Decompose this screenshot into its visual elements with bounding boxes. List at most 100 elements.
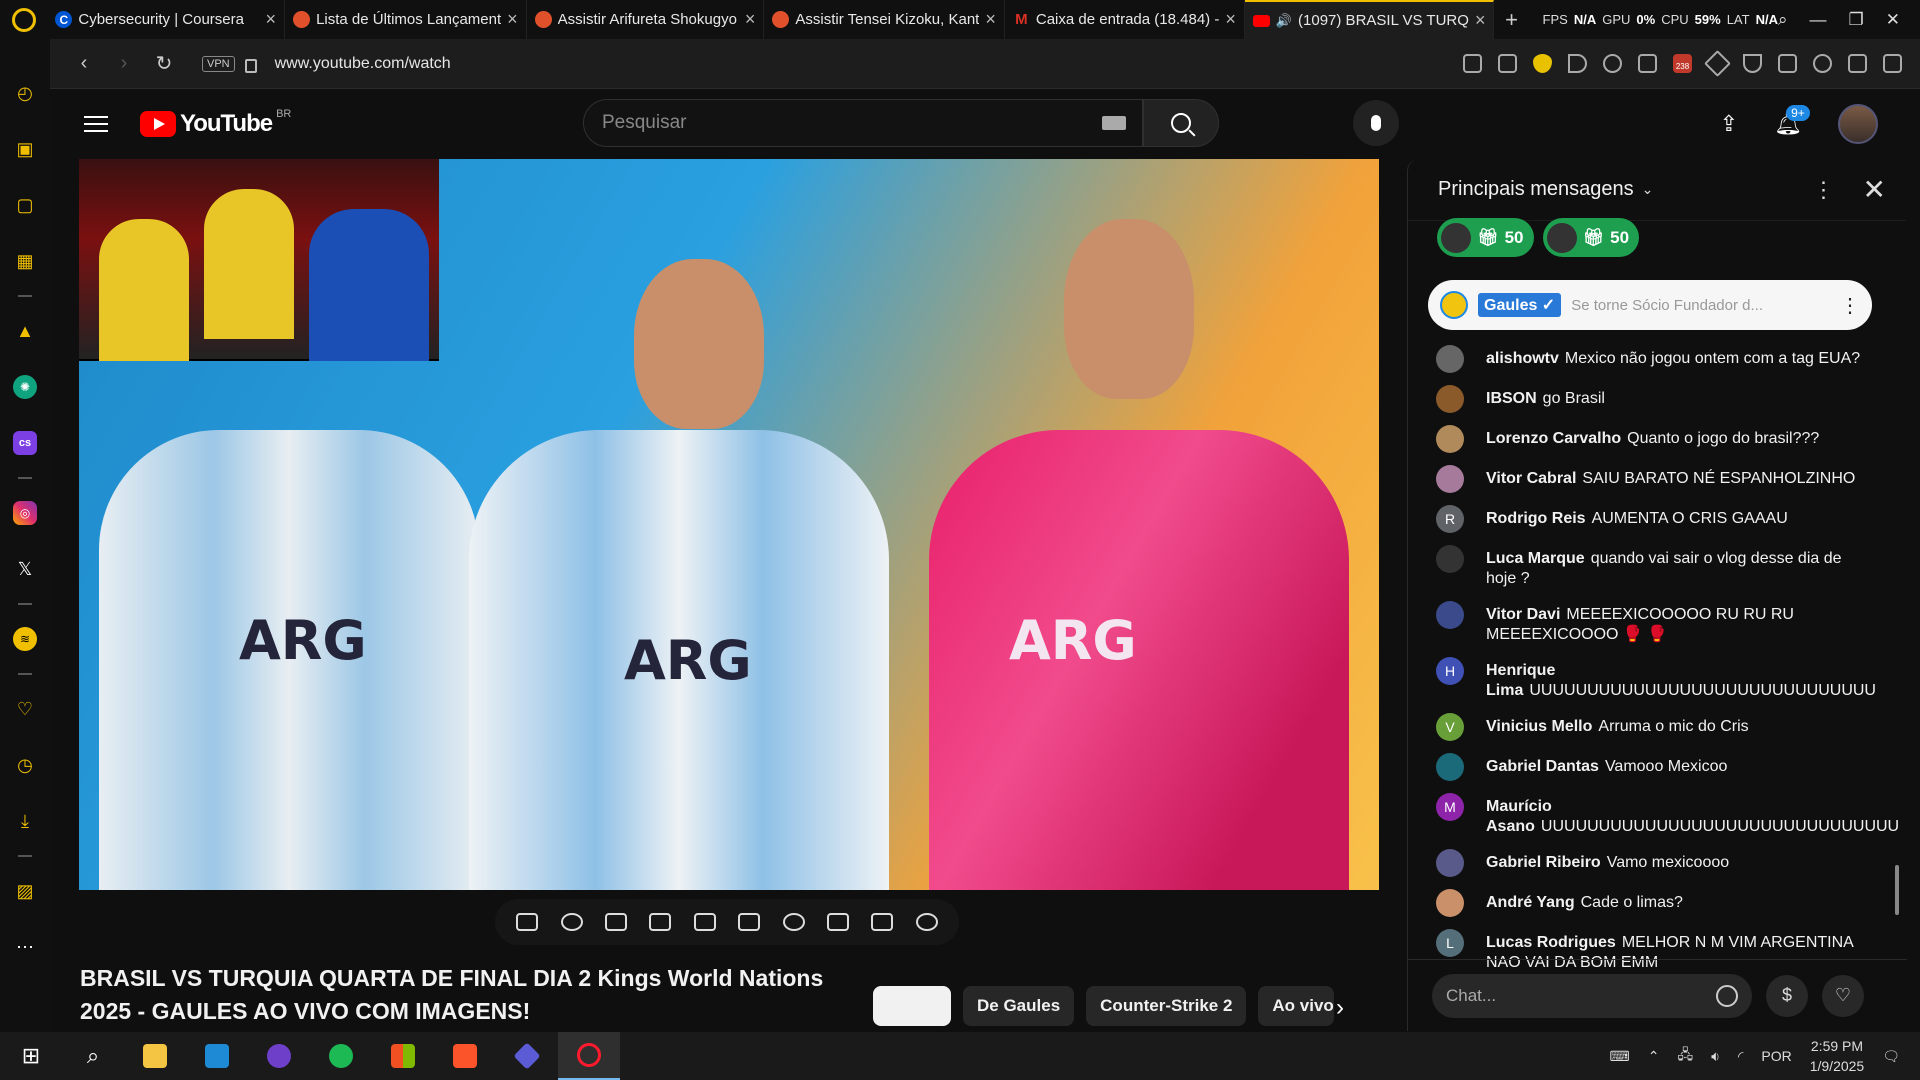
speaker-icon[interactable]: 🔊: [1276, 13, 1292, 29]
chip-icon[interactable]: ▦: [13, 249, 37, 273]
close-tab-icon[interactable]: ×: [985, 9, 996, 30]
media-app-icon[interactable]: [496, 1032, 558, 1080]
pinned-message[interactable]: Gaules ✓ Se torne Sócio Fundador d... ⋮: [1428, 280, 1872, 330]
gift-membership-chip[interactable]: 🎁︎ 50: [1437, 218, 1534, 257]
network-icon[interactable]: 🖧︎: [1678, 1044, 1694, 1068]
microsoft-store-icon[interactable]: [372, 1032, 434, 1080]
chevron-up-icon[interactable]: ⌃: [1648, 1048, 1660, 1065]
filter-icon[interactable]: [1743, 54, 1762, 73]
x-twitter-icon[interactable]: 𝕏: [13, 557, 37, 581]
camera-icon[interactable]: [1498, 54, 1517, 73]
screenshot-camera-icon[interactable]: [871, 913, 894, 931]
spotify-icon[interactable]: [310, 1032, 372, 1080]
chat-message[interactable]: Vitor Cabral SAIU BARATO NÉ ESPANHOLZINHO: [1436, 459, 1876, 499]
avatar[interactable]: [1436, 849, 1464, 877]
avatar[interactable]: [1436, 601, 1464, 629]
search-tabs-icon[interactable]: ⌕: [1778, 10, 1788, 30]
back-icon[interactable]: ‹: [64, 52, 104, 75]
briefcase-icon[interactable]: ▣: [13, 137, 37, 161]
avatar[interactable]: L: [1436, 929, 1464, 957]
chatsonic-icon[interactable]: cs: [13, 431, 37, 455]
speed-dial-icon[interactable]: ◴: [13, 81, 37, 105]
chat-message[interactable]: Lorenzo Carvalho Quanto o jogo do brasil?…: [1436, 419, 1876, 459]
youtube-logo[interactable]: YouTube BR: [140, 108, 291, 138]
video-player[interactable]: ARG ARG ARG: [79, 159, 1379, 890]
more-icon[interactable]: ⋯: [13, 935, 37, 959]
emoji-icon[interactable]: [1716, 984, 1738, 1007]
minimize-icon[interactable]: —: [1810, 10, 1827, 30]
chip-counter-strike[interactable]: Counter-Strike 2: [1086, 986, 1247, 1026]
chat-author[interactable]: André Yang: [1486, 894, 1575, 911]
spotify-icon[interactable]: ≋: [13, 627, 37, 651]
wifi-icon[interactable]: ◜: [1738, 1048, 1743, 1065]
easy-setup-icon[interactable]: [1883, 54, 1902, 73]
avatar[interactable]: [1436, 345, 1464, 373]
heart-icon[interactable]: ♡: [13, 697, 37, 721]
keyboard-tray-icon[interactable]: ⌨: [1610, 1048, 1630, 1065]
chatgpt-icon[interactable]: ✺: [13, 375, 37, 399]
chat-scrollbar[interactable]: [1895, 265, 1899, 955]
cinema-icon[interactable]: [649, 913, 672, 931]
cube-icon[interactable]: [1778, 54, 1797, 73]
downloads-icon[interactable]: ⤓: [13, 809, 37, 833]
send-icon[interactable]: [1568, 54, 1587, 73]
aria-icon[interactable]: ▲: [13, 319, 37, 343]
chevron-down-icon[interactable]: ⌄: [1642, 181, 1654, 198]
loop-icon[interactable]: [516, 913, 539, 931]
reload-icon[interactable]: ↻: [144, 51, 184, 76]
gift-membership-chip[interactable]: 🎁︎ 50: [1542, 218, 1640, 257]
avatar[interactable]: [1436, 465, 1464, 493]
chat-author[interactable]: alishowtv: [1486, 350, 1559, 367]
chat-author[interactable]: Vitor Davi: [1486, 606, 1560, 623]
menu-icon[interactable]: [84, 111, 108, 137]
chat-author[interactable]: Lorenzo Carvalho: [1486, 430, 1621, 447]
aspect-ratio-icon[interactable]: [693, 913, 716, 931]
vpn-badge[interactable]: VPN: [202, 55, 235, 72]
tab-tensei-kizoku[interactable]: Assistir Tensei Kizoku, Kant ×: [764, 0, 1005, 39]
close-tab-icon[interactable]: ×: [507, 9, 518, 30]
tab-arifureta[interactable]: Assistir Arifureta Shokugyo ×: [527, 0, 765, 39]
avatar[interactable]: M: [1436, 793, 1464, 821]
avatar[interactable]: [1436, 385, 1464, 413]
chat-message[interactable]: H Henrique Lima UUUUUUUUUUUUUUUUUUUUUUUUUU…: [1436, 651, 1876, 707]
chat-message[interactable]: R Rodrigo Reis AUMENTA O CRIS GAAAU: [1436, 499, 1876, 539]
chat-message[interactable]: M Maurício Asano UUUUUUUUUUUUUUUUUUUUUUUUU…: [1436, 787, 1899, 843]
chat-author[interactable]: Luca Marque: [1486, 550, 1585, 567]
chat-author[interactable]: Vitor Cabral: [1486, 470, 1576, 487]
language-indicator[interactable]: POR: [1761, 1048, 1791, 1064]
close-tab-icon[interactable]: ×: [1475, 10, 1486, 31]
history-icon[interactable]: ◷: [13, 753, 37, 777]
close-tab-icon[interactable]: ×: [266, 9, 277, 30]
gallery-icon[interactable]: ▨: [13, 879, 37, 903]
opera-taskbar-icon[interactable]: [558, 1032, 620, 1080]
chat-message[interactable]: Luca Marque quando vai sair o vlog desse …: [1436, 539, 1876, 595]
filmstrip-icon[interactable]: [738, 913, 761, 931]
tab-coursera[interactable]: C Cybersecurity | Coursera ×: [47, 0, 286, 39]
chat-mode-selector[interactable]: Principais mensagens: [1438, 178, 1634, 201]
keyboard-icon[interactable]: [1102, 116, 1126, 130]
restore-icon[interactable]: ❐: [1849, 10, 1864, 30]
chat-author[interactable]: Gabriel Ribeiro: [1486, 854, 1601, 871]
clock[interactable]: 2:59 PM 1/9/2025: [1810, 1036, 1865, 1076]
more-vert-icon[interactable]: ⋮: [1840, 293, 1860, 318]
speed-icon[interactable]: [782, 913, 805, 931]
chat-author[interactable]: IBSON: [1486, 390, 1537, 407]
chat-author[interactable]: Lucas Rodrigues: [1486, 934, 1616, 951]
tab-gmail[interactable]: M Caixa de entrada (18.484) - ×: [1005, 0, 1245, 39]
twitch-icon[interactable]: ▢: [13, 193, 37, 217]
chat-input[interactable]: Chat...: [1432, 973, 1752, 1018]
super-chat-button[interactable]: $: [1766, 974, 1808, 1017]
avatar[interactable]: V: [1436, 713, 1464, 741]
instagram-icon[interactable]: ◎: [13, 501, 37, 525]
file-explorer-icon[interactable]: [124, 1032, 186, 1080]
close-window-icon[interactable]: ✕: [1886, 10, 1900, 30]
scrollbar-thumb[interactable]: [1895, 865, 1899, 915]
chat-message[interactable]: IBSON go Brasil: [1436, 379, 1876, 419]
close-icon[interactable]: ✕: [1863, 173, 1886, 206]
tab-youtube-active[interactable]: 🔊 (1097) BRASIL VS TURQ ×: [1244, 0, 1495, 39]
chat-message[interactable]: Gabriel Dantas Vamooo Mexicoo: [1436, 747, 1876, 787]
settings-gear-icon[interactable]: [915, 913, 938, 931]
chat-message[interactable]: Gabriel Ribeiro Vamo mexicoooo: [1436, 843, 1876, 883]
reader-icon[interactable]: [1638, 54, 1657, 73]
chat-author[interactable]: Vinicius Mello: [1486, 718, 1592, 735]
